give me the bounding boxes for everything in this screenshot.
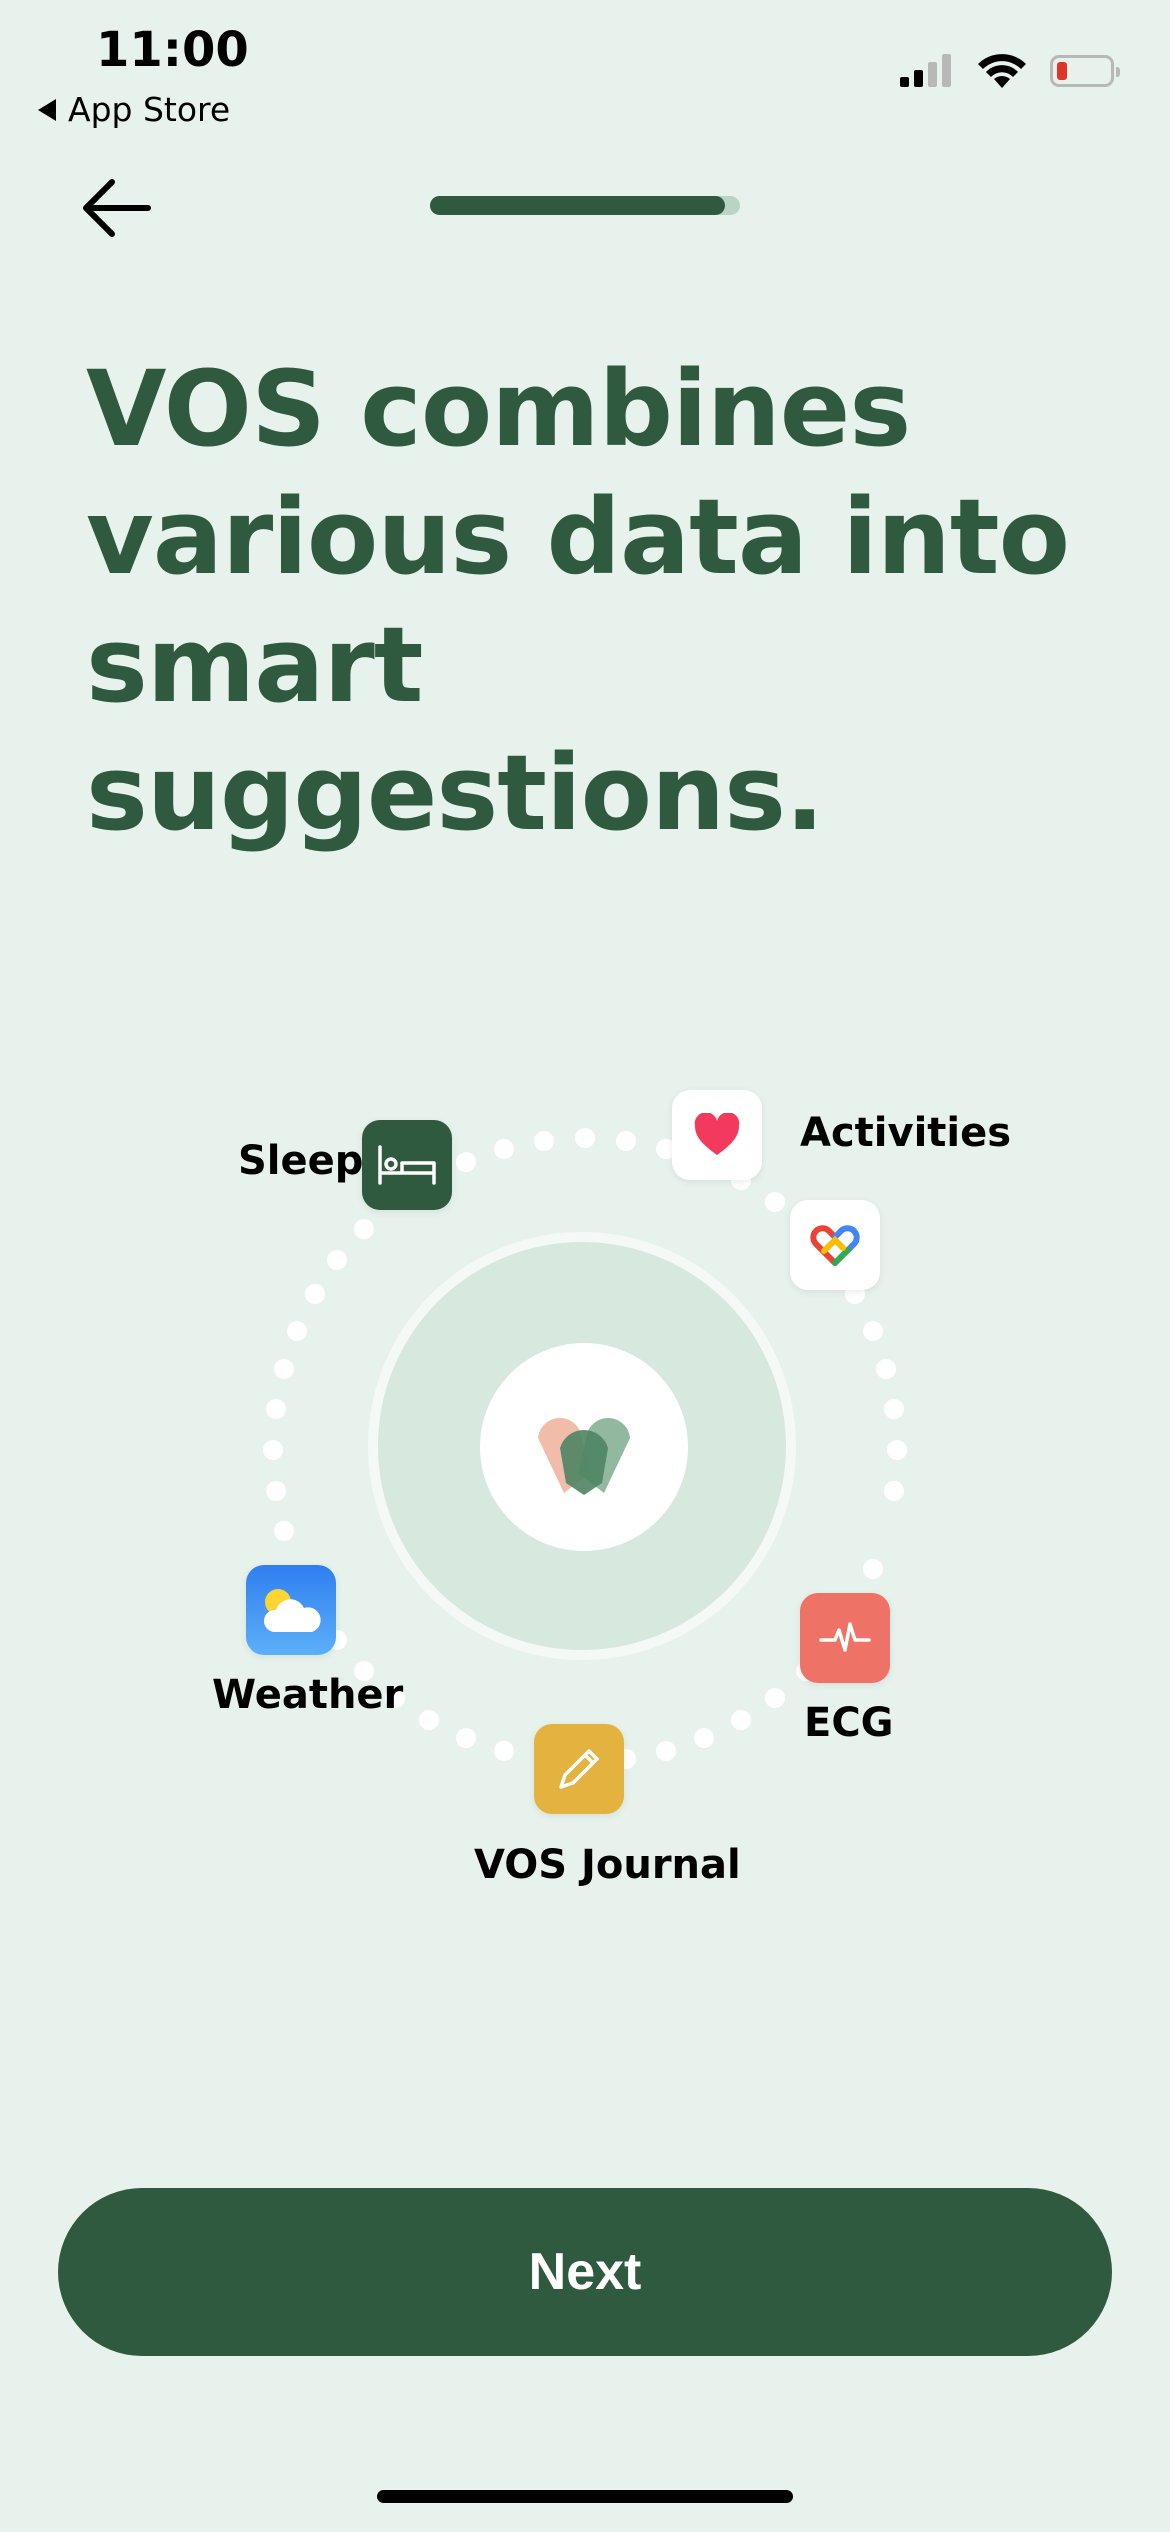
orbit-dot xyxy=(731,1710,751,1731)
orbit-dot xyxy=(273,1359,294,1380)
onboarding-progress-fill xyxy=(430,196,725,215)
onboarding-progress xyxy=(430,196,740,215)
back-arrow-icon[interactable] xyxy=(78,170,154,246)
orbit-dot xyxy=(494,1138,515,1159)
orbit-dot xyxy=(265,1480,286,1501)
orbit-dot xyxy=(615,1130,636,1151)
apple-health-tile xyxy=(672,1090,762,1180)
google-fit-icon xyxy=(810,1225,860,1266)
google-fit-tile xyxy=(790,1200,880,1290)
next-button[interactable]: Next xyxy=(58,2188,1112,2356)
sleep-label: Sleep xyxy=(238,1138,364,1184)
status-icons xyxy=(898,52,1120,90)
heart-icon xyxy=(694,1113,740,1155)
orbit-dot xyxy=(327,1250,348,1271)
orbit-dot xyxy=(273,1520,294,1541)
orbit-dot xyxy=(419,1710,439,1731)
vos-logo-icon xyxy=(538,1417,630,1495)
orbit-dot xyxy=(455,1728,476,1749)
wifi-icon xyxy=(978,54,1026,88)
ecg-label: ECG xyxy=(804,1700,894,1746)
orbit-dot xyxy=(575,1128,595,1148)
orbit-dot xyxy=(263,1440,283,1460)
orbit-dot xyxy=(655,1741,676,1762)
orbit-dot xyxy=(887,1440,907,1460)
center-core xyxy=(480,1343,688,1551)
activities-label: Activities xyxy=(800,1110,1012,1156)
ecg-tile xyxy=(800,1593,890,1683)
orbit-dot xyxy=(863,1320,884,1341)
orbit-dot xyxy=(265,1399,286,1420)
orbit-dot xyxy=(764,1192,785,1213)
journal-label: VOS Journal xyxy=(474,1842,741,1888)
orbit-dot xyxy=(694,1728,715,1749)
orbit-dot xyxy=(884,1480,905,1501)
orbit-dot xyxy=(534,1130,555,1151)
back-to-app-store[interactable]: App Store xyxy=(38,90,230,129)
orbit-dot xyxy=(764,1687,785,1708)
ecg-wave-icon xyxy=(819,1622,871,1652)
weather-label: Weather xyxy=(212,1672,404,1718)
orbit-dot xyxy=(354,1219,375,1240)
back-triangle-icon xyxy=(38,98,56,121)
orbit-dot xyxy=(863,1559,884,1580)
cellular-signal-icon xyxy=(900,54,951,87)
orbit-dot xyxy=(494,1741,515,1762)
weather-tile xyxy=(246,1565,336,1655)
status-time: 11:00 xyxy=(96,22,249,78)
sun-cloud-icon xyxy=(263,1589,321,1632)
sleep-tile xyxy=(362,1120,452,1210)
back-app-label: App Store xyxy=(68,90,231,129)
orbit-dot xyxy=(884,1399,905,1420)
journal-tile xyxy=(534,1724,624,1814)
orbit-dot xyxy=(876,1359,897,1380)
page-title: VOS combines various data into smart sug… xyxy=(86,348,1070,854)
pencil-icon xyxy=(559,1749,599,1789)
orbit-dot xyxy=(455,1151,476,1172)
orbit-dot xyxy=(304,1284,325,1304)
home-indicator[interactable] xyxy=(377,2490,793,2503)
bed-icon xyxy=(378,1145,436,1185)
orbit-dot xyxy=(286,1320,307,1341)
battery-icon xyxy=(1050,55,1120,87)
